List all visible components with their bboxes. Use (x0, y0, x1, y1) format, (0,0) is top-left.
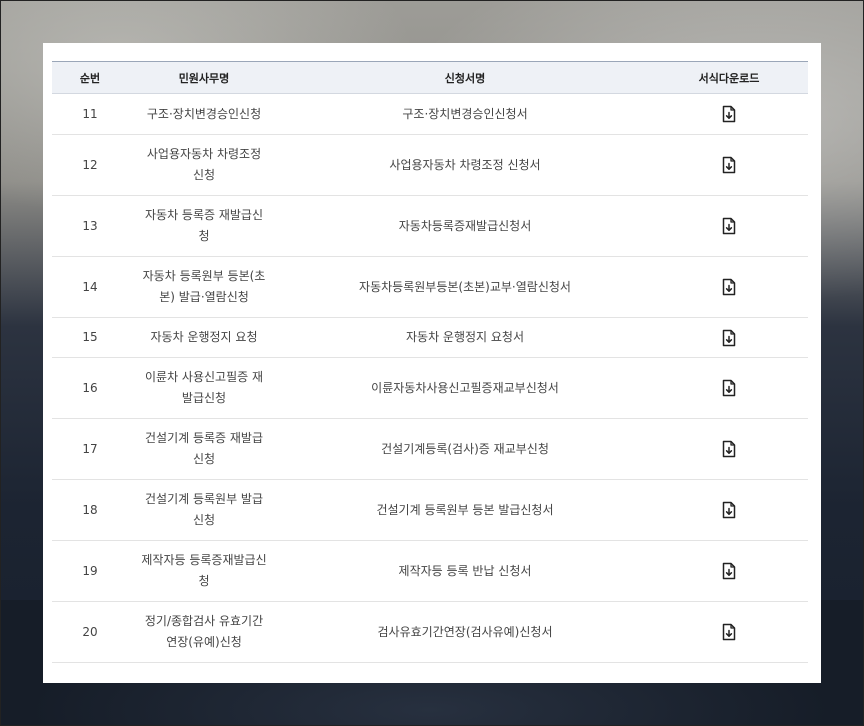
row-number: 17 (52, 418, 128, 480)
download-cell (650, 357, 808, 419)
table-row: 12 사업용자동차 차령조정 신청 사업용자동차 차령조정 신청서 (52, 134, 808, 196)
service-name: 사업용자동차 차령조정 신청 (128, 134, 280, 196)
form-name: 구조·장치변경승인신청서 (280, 93, 650, 135)
download-cell (650, 317, 808, 358)
form-name: 자동차등록증재발급신청서 (280, 195, 650, 257)
file-download-icon[interactable] (721, 623, 737, 641)
download-cell (650, 256, 808, 318)
row-number: 12 (52, 134, 128, 196)
download-cell (650, 540, 808, 602)
service-name: 제작자등 등록증재발급신청 (128, 540, 280, 602)
file-download-icon[interactable] (721, 278, 737, 296)
row-number: 19 (52, 540, 128, 602)
service-name: 자동차 운행정지 요청 (128, 317, 280, 358)
header-no: 순번 (79, 71, 101, 85)
service-name: 자동차 등록원부 등본(초본) 발급·열람신청 (128, 256, 280, 318)
row-number: 11 (52, 93, 128, 135)
row-number: 13 (52, 195, 128, 257)
table-row: 15 자동차 운행정지 요청 자동차 운행정지 요청서 (52, 317, 808, 358)
header-service: 민원사무명 (178, 71, 230, 85)
file-download-icon[interactable] (721, 156, 737, 174)
file-download-icon[interactable] (721, 562, 737, 580)
forms-panel: 순번 민원사무명 신청서명 서식다운로드 11 구조·장치변경승인신청 구조·장치변… (43, 43, 821, 683)
download-cell (650, 479, 808, 541)
file-download-icon[interactable] (721, 379, 737, 397)
row-number: 20 (52, 601, 128, 663)
row-number: 14 (52, 256, 128, 318)
file-download-icon[interactable] (721, 501, 737, 519)
header-download: 서식다운로드 (698, 71, 760, 85)
service-name: 건설기계 등록원부 발급신청 (128, 479, 280, 541)
form-name: 건설기계 등록원부 등본 발급신청서 (280, 479, 650, 541)
row-number: 15 (52, 317, 128, 358)
form-name: 검사유효기간연장(검사유예)신청서 (280, 601, 650, 663)
table-row: 20 정기/종합검사 유효기간 연장(유예)신청 검사유효기간연장(검사유예)신청서 (52, 601, 808, 663)
table-row: 14 자동차 등록원부 등본(초본) 발급·열람신청 자동차등록원부등본(초본)교부… (52, 256, 808, 318)
form-name: 제작자등 등록 반납 신청서 (280, 540, 650, 602)
form-name: 건설기계등록(검사)증 재교부신청 (280, 418, 650, 480)
row-number: 18 (52, 479, 128, 541)
forms-table: 순번 민원사무명 신청서명 서식다운로드 11 구조·장치변경승인신청 구조·장치변… (52, 61, 808, 663)
service-name: 구조·장치변경승인신청 (128, 93, 280, 135)
file-download-icon[interactable] (721, 440, 737, 458)
row-number: 16 (52, 357, 128, 419)
form-name: 자동차등록원부등본(초본)교부·열람신청서 (280, 256, 650, 318)
service-name: 이륜차 사용신고필증 재발급신청 (128, 357, 280, 419)
download-cell (650, 601, 808, 663)
file-download-icon[interactable] (721, 329, 737, 347)
table-row: 16 이륜차 사용신고필증 재발급신청 이륜자동차사용신고필증재교부신청서 (52, 357, 808, 419)
download-cell (650, 134, 808, 196)
service-name: 건설기계 등록증 재발급신청 (128, 418, 280, 480)
file-download-icon[interactable] (721, 105, 737, 123)
table-row: 18 건설기계 등록원부 발급신청 건설기계 등록원부 등본 발급신청서 (52, 479, 808, 541)
table-row: 11 구조·장치변경승인신청 구조·장치변경승인신청서 (52, 93, 808, 135)
form-name: 사업용자동차 차령조정 신청서 (280, 134, 650, 196)
table-row: 19 제작자등 등록증재발급신청 제작자등 등록 반납 신청서 (52, 540, 808, 602)
form-name: 이륜자동차사용신고필증재교부신청서 (280, 357, 650, 419)
download-cell (650, 195, 808, 257)
table-header-row: 순번 민원사무명 신청서명 서식다운로드 (52, 61, 808, 94)
download-cell (650, 418, 808, 480)
form-name: 자동차 운행정지 요청서 (280, 317, 650, 358)
service-name: 자동차 등록증 재발급신청 (128, 195, 280, 257)
download-cell (650, 93, 808, 135)
header-form: 신청서명 (444, 71, 486, 85)
table-row: 17 건설기계 등록증 재발급신청 건설기계등록(검사)증 재교부신청 (52, 418, 808, 480)
table-row: 13 자동차 등록증 재발급신청 자동차등록증재발급신청서 (52, 195, 808, 257)
service-name: 정기/종합검사 유효기간 연장(유예)신청 (128, 601, 280, 663)
file-download-icon[interactable] (721, 217, 737, 235)
